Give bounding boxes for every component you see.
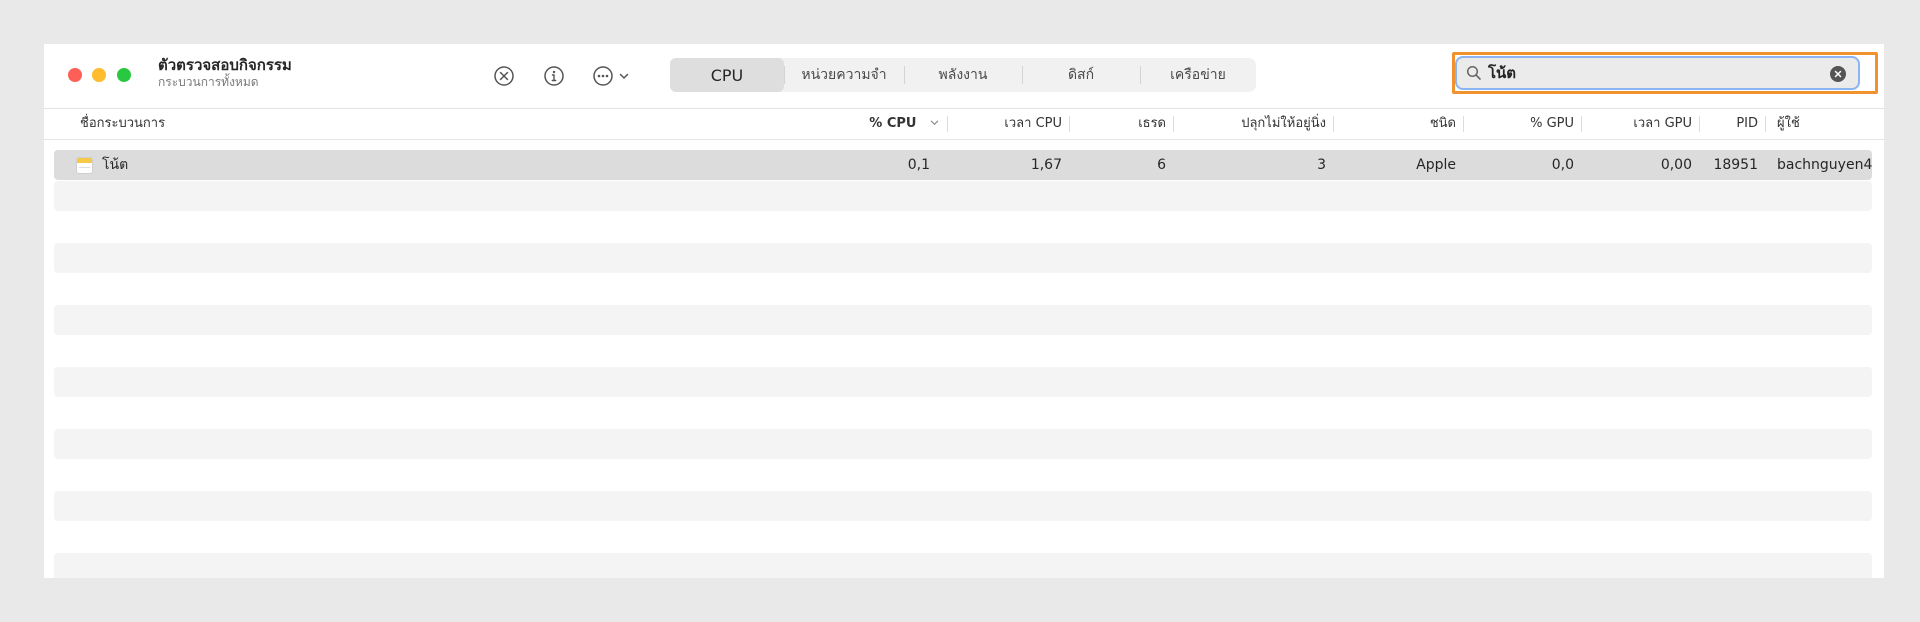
empty-row-stripe xyxy=(54,181,1872,211)
col-header-user[interactable]: ผู้ใช้ xyxy=(1777,109,1881,139)
search-icon xyxy=(1466,65,1484,81)
tab-network[interactable]: เครือข่าย xyxy=(1140,58,1256,92)
sort-chevron-icon xyxy=(929,116,940,131)
search-input[interactable] xyxy=(1488,64,1808,82)
empty-row-stripe xyxy=(54,305,1872,335)
close-window-button[interactable] xyxy=(68,68,82,82)
clear-icon[interactable] xyxy=(1830,66,1846,82)
col-header-cpu-percent-label: % CPU xyxy=(869,116,917,131)
empty-row-stripe xyxy=(54,367,1872,397)
x-circle-icon xyxy=(493,65,515,87)
toolbar: ตัวตรวจสอบกิจกรรม กระบวนการทั้งหมด CPU ห… xyxy=(44,44,1884,109)
empty-row-stripe xyxy=(54,553,1872,578)
empty-row-stripe xyxy=(54,243,1872,273)
activity-monitor-window: ตัวตรวจสอบกิจกรรม กระบวนการทั้งหมด CPU ห… xyxy=(44,44,1884,578)
tab-bar: CPU หน่วยความจำ พลังงาน ดิสก์ เครือข่าย xyxy=(670,58,1256,92)
notes-app-icon xyxy=(76,157,93,174)
empty-row-stripe xyxy=(54,491,1872,521)
col-header-idle-wake[interactable]: ปลุกไม่ให้อยู่นิ่ง xyxy=(1182,109,1334,139)
empty-row-stripe xyxy=(54,429,1872,459)
cell-pid: 18951 xyxy=(1713,157,1758,173)
tab-memory[interactable]: หน่วยความจำ xyxy=(784,58,904,92)
search-field[interactable] xyxy=(1455,56,1860,90)
more-actions-button[interactable] xyxy=(592,64,636,88)
chevron-down-icon xyxy=(618,70,630,82)
col-header-cpu-percent[interactable]: % CPU xyxy=(824,109,948,139)
col-header-kind[interactable]: ชนิด xyxy=(1344,109,1464,139)
title-block: ตัวตรวจสอบกิจกรรม กระบวนการทั้งหมด xyxy=(158,56,292,90)
tab-cpu[interactable]: CPU xyxy=(670,58,784,92)
col-header-gpu-time[interactable]: เวลา GPU xyxy=(1592,109,1700,139)
stop-process-button[interactable] xyxy=(492,64,516,88)
window-subtitle: กระบวนการทั้งหมด xyxy=(158,75,259,89)
column-header: ชื่อกระบวนการ % CPU เวลา CPU เธรด ปลุกไม… xyxy=(44,109,1884,140)
tab-disk[interactable]: ดิสก์ xyxy=(1022,58,1140,92)
col-header-name[interactable]: ชื่อกระบวนการ xyxy=(80,109,165,139)
cell-kind: Apple xyxy=(1416,157,1456,173)
cell-gpu-time: 0,00 xyxy=(1660,157,1692,173)
minimize-window-button[interactable] xyxy=(92,68,106,82)
cell-user: bachnguyen4 xyxy=(1777,157,1873,173)
col-header-pid[interactable]: PID xyxy=(1710,109,1766,139)
zoom-window-button[interactable] xyxy=(117,68,131,82)
cell-idle-wake: 3 xyxy=(1317,157,1326,173)
ellipsis-circle-icon xyxy=(592,65,614,87)
cell-threads: 6 xyxy=(1157,157,1166,173)
inspect-process-button[interactable] xyxy=(542,64,566,88)
table-row[interactable]: โน้ต 0,1 1,67 6 3 Apple 0,0 0,00 18951 b… xyxy=(54,150,1872,180)
cell-gpu-percent: 0,0 xyxy=(1551,157,1574,173)
cell-name: โน้ต xyxy=(102,157,129,173)
col-header-cpu-time[interactable]: เวลา CPU xyxy=(964,109,1070,139)
tab-energy[interactable]: พลังงาน xyxy=(904,58,1022,92)
col-header-gpu-percent[interactable]: % GPU xyxy=(1474,109,1582,139)
cell-cpu-time: 1,67 xyxy=(1030,157,1062,173)
cell-cpu-percent: 0,1 xyxy=(907,157,930,173)
col-header-threads[interactable]: เธรด xyxy=(1084,109,1174,139)
window-title: ตัวตรวจสอบกิจกรรม xyxy=(158,56,292,74)
info-icon xyxy=(543,65,565,87)
